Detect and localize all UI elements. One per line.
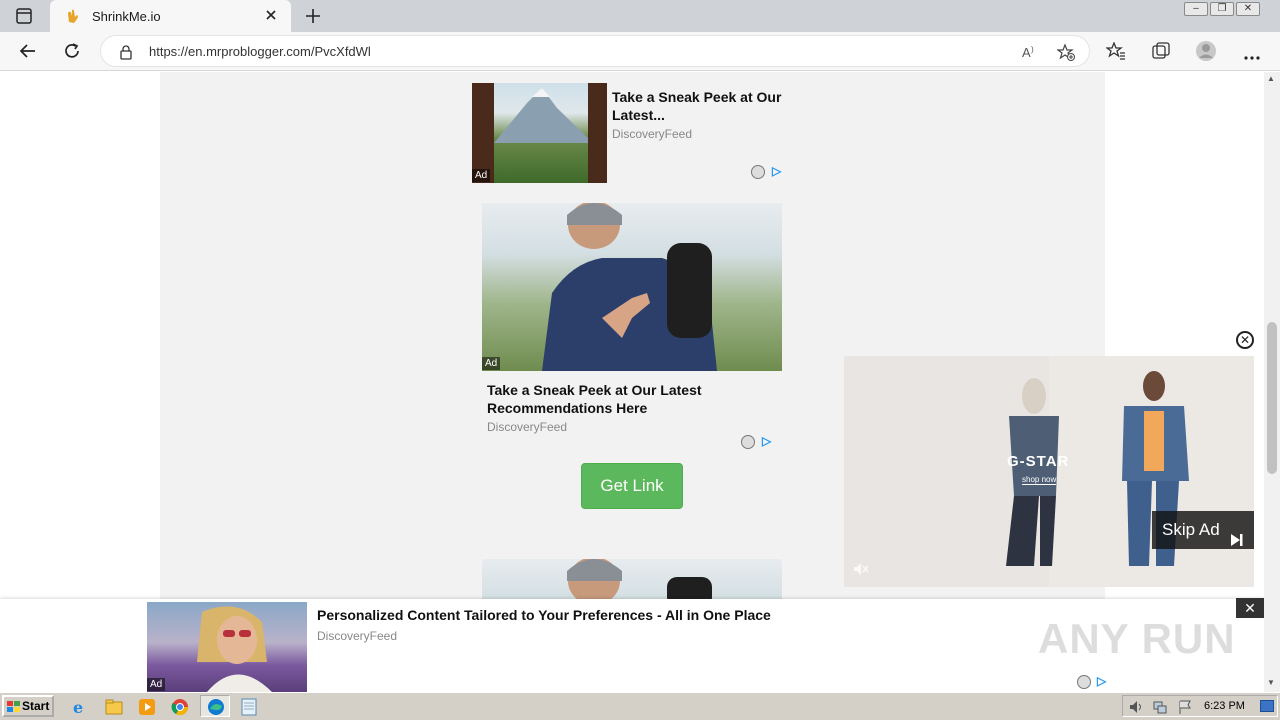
minimize-button[interactable]: –: [1184, 2, 1208, 16]
video-ad[interactable]: G-STAR shop now: [844, 356, 1254, 587]
top-ad-image[interactable]: Ad: [472, 83, 607, 183]
video-shop-now-label[interactable]: shop now: [1022, 475, 1057, 485]
close-banner-button[interactable]: ✕: [1236, 598, 1264, 618]
svg-text:e: e: [73, 698, 83, 717]
media-player-icon[interactable]: [137, 697, 157, 717]
close-window-button[interactable]: ✕: [1236, 2, 1260, 16]
favicon-icon: [66, 8, 80, 23]
video-brand-logo: G-STAR: [1007, 453, 1070, 470]
address-bar[interactable]: https://en.mrproblogger.com/PvcXfdWl A): [100, 35, 1090, 67]
top-ad-title[interactable]: Take a Sneak Peek at Our Latest...: [612, 88, 787, 124]
taskbar-clock[interactable]: 6:23 PM: [1204, 700, 1245, 712]
ad-badge: Ad: [147, 678, 166, 691]
profile-avatar-icon[interactable]: [1195, 40, 1217, 62]
favorites-icon[interactable]: [1105, 41, 1126, 60]
bottom-ad-source: DiscoveryFeed: [317, 629, 398, 643]
skip-next-icon: [1230, 523, 1244, 546]
windows-taskbar: [0, 692, 1280, 720]
taskbar-edge-active[interactable]: [200, 695, 230, 717]
close-video-ad-button[interactable]: ✕: [1236, 331, 1254, 349]
start-label: Start: [22, 699, 50, 713]
middle-ad-title[interactable]: Take a Sneak Peek at Our Latest Recommen…: [487, 381, 777, 417]
chrome-icon[interactable]: [170, 697, 190, 717]
svg-text:A: A: [1022, 45, 1031, 60]
more-menu-icon[interactable]: [1243, 48, 1261, 60]
lower-ad-image[interactable]: [482, 559, 782, 599]
collections-icon[interactable]: [1151, 42, 1171, 60]
adchoices-icon[interactable]: ▷: [762, 434, 771, 448]
ad-badge: Ad: [482, 357, 501, 370]
adchoices-icon[interactable]: ▷: [772, 164, 781, 178]
notepad-icon[interactable]: [239, 697, 259, 717]
mute-icon[interactable]: [852, 560, 870, 578]
scroll-down-arrow-icon[interactable]: ▼: [1267, 678, 1275, 687]
tab-title: ShrinkMe.io: [92, 9, 161, 24]
skip-ad-label: Skip Ad: [1162, 520, 1220, 539]
adchoices-icon[interactable]: ▷: [1097, 674, 1106, 688]
watermark-logo: ANY RUN: [1038, 615, 1236, 662]
scroll-up-arrow-icon[interactable]: ▲: [1267, 74, 1275, 83]
get-link-button[interactable]: Get Link: [581, 463, 683, 509]
tab-shrinkme[interactable]: ShrinkMe.io: [50, 0, 291, 32]
svg-text:): ): [1031, 45, 1034, 54]
ie-icon[interactable]: e: [70, 697, 90, 717]
windows-logo-icon: [7, 700, 21, 712]
back-icon[interactable]: [18, 42, 38, 60]
middle-ad-image[interactable]: Ad: [482, 203, 782, 371]
top-ad-source: DiscoveryFeed: [612, 127, 693, 141]
volume-icon[interactable]: [1128, 699, 1144, 715]
ad-badge: Ad: [472, 169, 491, 182]
start-button[interactable]: Start: [2, 695, 54, 717]
new-tab-icon[interactable]: [304, 7, 322, 25]
middle-ad-source: DiscoveryFeed: [487, 420, 568, 434]
show-desktop-icon[interactable]: [1260, 700, 1274, 712]
system-tray: [1122, 695, 1278, 717]
scrollbar-thumb[interactable]: [1267, 322, 1277, 474]
read-aloud-icon[interactable]: A): [1021, 43, 1039, 61]
lock-icon[interactable]: [119, 44, 133, 60]
tab-close-icon[interactable]: [264, 8, 278, 22]
file-explorer-icon[interactable]: [104, 697, 124, 717]
skip-ad-button[interactable]: Skip Ad: [1152, 511, 1254, 549]
edge-icon: [206, 697, 226, 717]
url-text: https://en.mrproblogger.com/PvcXfdWl: [149, 44, 371, 59]
restore-button[interactable]: ❐: [1210, 2, 1234, 16]
tab-actions-icon[interactable]: [16, 8, 32, 24]
network-icon[interactable]: [1152, 699, 1168, 715]
ad-provider-icon[interactable]: [1077, 675, 1091, 689]
ad-provider-icon[interactable]: [751, 165, 765, 179]
add-favorite-icon[interactable]: [1056, 43, 1075, 61]
refresh-icon[interactable]: [62, 41, 82, 61]
action-center-flag-icon[interactable]: [1177, 699, 1193, 715]
bottom-ad-title[interactable]: Personalized Content Tailored to Your Pr…: [317, 606, 917, 624]
bottom-ad-image[interactable]: Ad: [147, 602, 307, 692]
ad-provider-icon[interactable]: [741, 435, 755, 449]
